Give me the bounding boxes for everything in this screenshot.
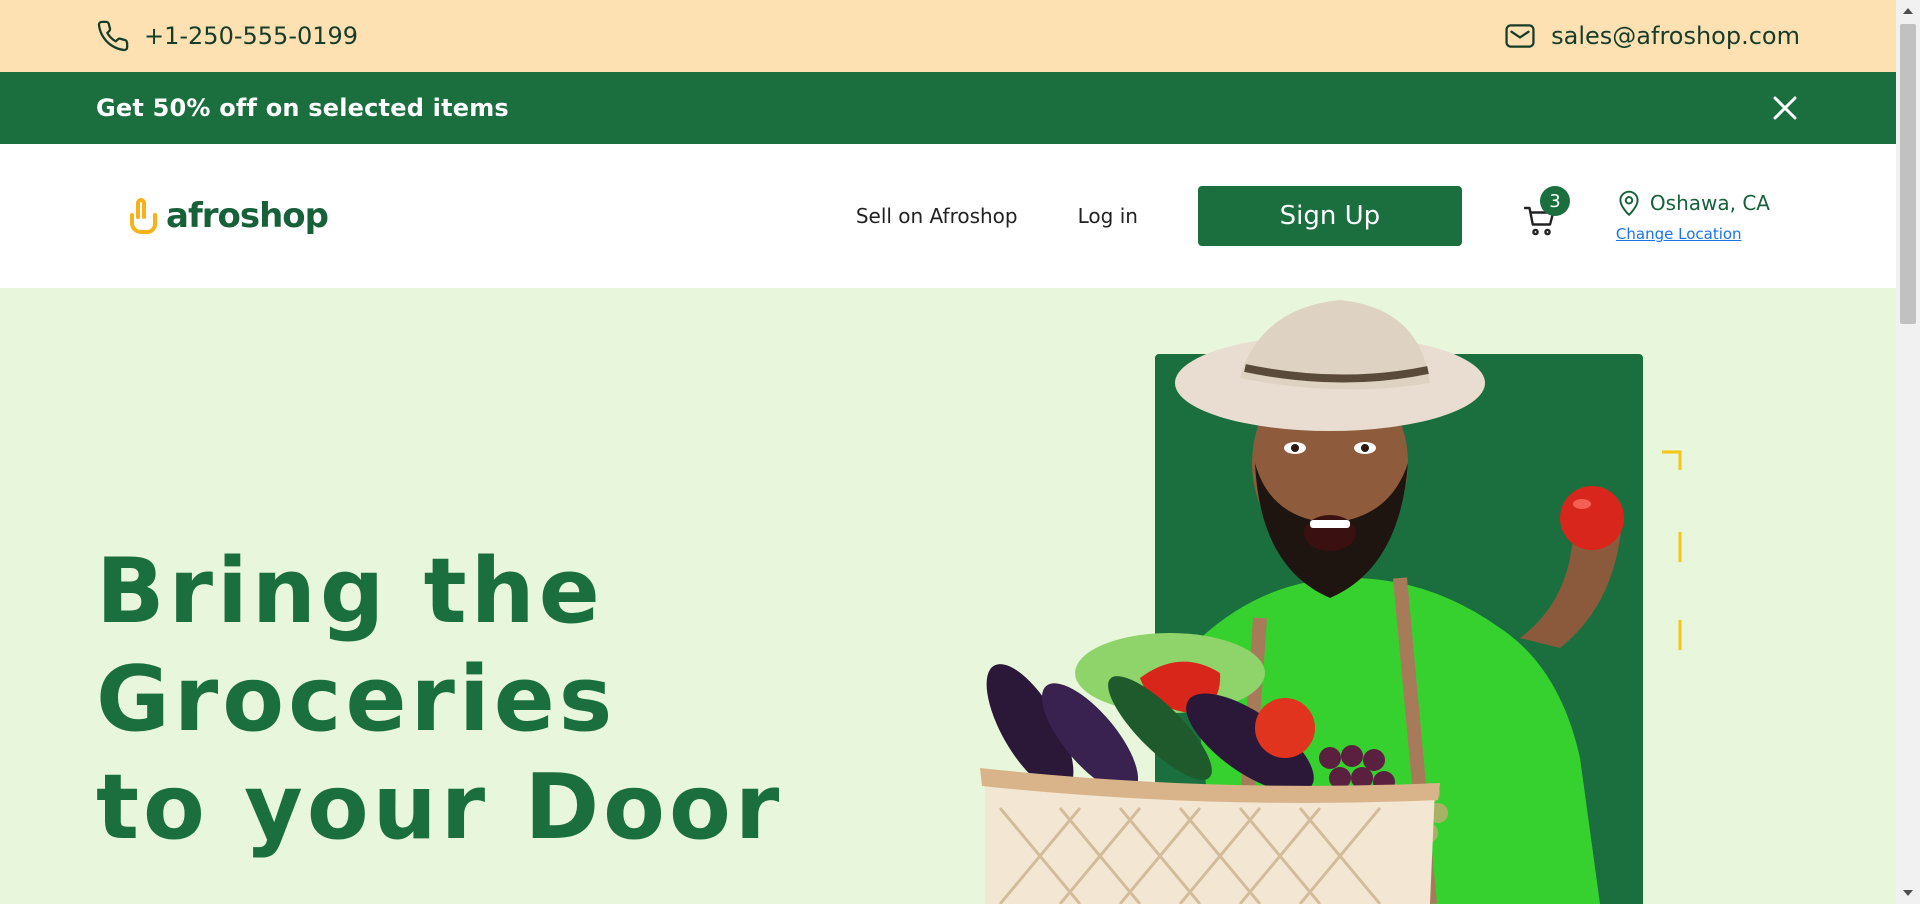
scrollbar-thumb[interactable] bbox=[1900, 24, 1916, 324]
hero-farmer-image bbox=[980, 300, 1624, 904]
login-link[interactable]: Log in bbox=[1078, 204, 1138, 228]
hero-title-line-2: Groceries bbox=[96, 647, 617, 752]
location-pin-icon bbox=[1619, 190, 1639, 216]
hero-title-line-1: Bring the bbox=[96, 539, 604, 644]
change-location-link[interactable]: Change Location bbox=[1616, 225, 1770, 243]
email-address: sales@afroshop.com bbox=[1551, 22, 1800, 50]
location-selector: Oshawa, CA Change Location bbox=[1616, 189, 1770, 243]
hero-title: Bring the Groceries to your Door bbox=[96, 538, 783, 862]
main-header: afroshop Sell on Afroshop Log in Sign Up… bbox=[0, 144, 1896, 288]
mail-icon bbox=[1505, 24, 1535, 48]
logo[interactable]: afroshop bbox=[126, 196, 329, 236]
phone-number: +1-250-555-0199 bbox=[144, 22, 359, 50]
contact-bar: +1-250-555-0199 sales@afroshop.com bbox=[0, 0, 1896, 72]
header-nav: Sell on Afroshop Log in Sign Up 3 Oshawa… bbox=[856, 186, 1770, 246]
promo-bar: Get 50% off on selected items bbox=[0, 72, 1896, 144]
hero-section: Bring the Groceries to your Door bbox=[0, 288, 1896, 904]
cart-count-badge: 3 bbox=[1539, 186, 1570, 216]
logo-text: afroshop bbox=[166, 196, 329, 236]
hero-title-line-3: to your Door bbox=[96, 755, 784, 860]
location-city: Oshawa, CA bbox=[1649, 191, 1770, 215]
logo-hand-icon bbox=[130, 198, 157, 234]
phone-contact[interactable]: +1-250-555-0199 bbox=[96, 19, 358, 53]
signup-button[interactable]: Sign Up bbox=[1197, 186, 1462, 246]
current-location: Oshawa, CA bbox=[1616, 189, 1770, 217]
sell-on-afroshop-link[interactable]: Sell on Afroshop bbox=[856, 204, 1018, 228]
tomato-icon bbox=[1560, 486, 1624, 550]
scroll-down-arrow-icon[interactable] bbox=[1903, 890, 1913, 896]
decorative-bracket bbox=[1662, 450, 1682, 650]
cart-button[interactable]: 3 bbox=[1522, 186, 1570, 236]
promo-text: Get 50% off on selected items bbox=[96, 94, 509, 122]
scroll-up-arrow-icon[interactable] bbox=[1903, 8, 1913, 14]
email-contact[interactable]: sales@afroshop.com bbox=[1503, 19, 1800, 53]
phone-icon bbox=[97, 20, 129, 52]
close-icon[interactable] bbox=[1770, 93, 1800, 123]
vertical-scrollbar[interactable] bbox=[1896, 0, 1920, 904]
